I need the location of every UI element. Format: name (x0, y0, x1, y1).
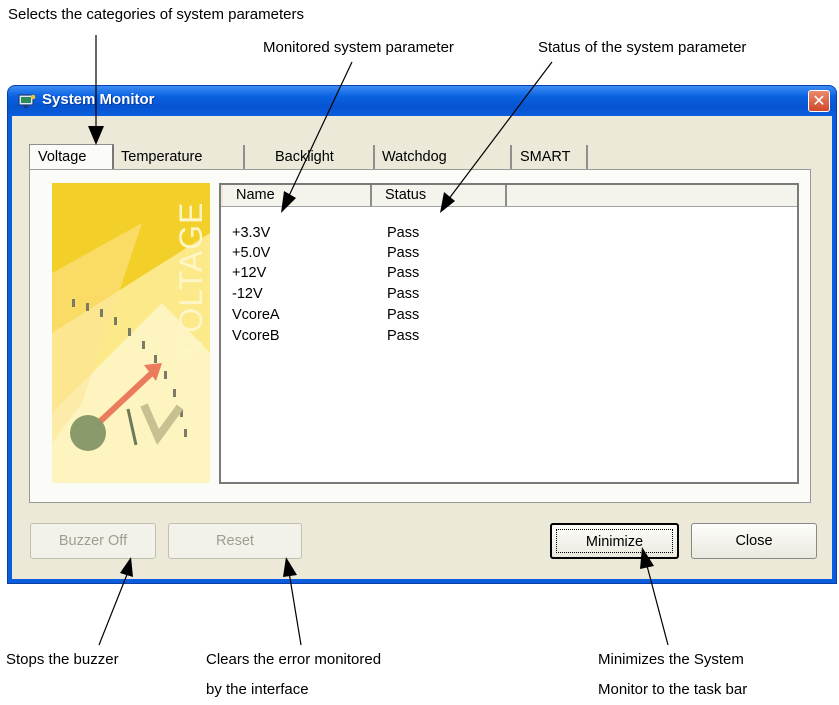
close-button[interactable]: Close (691, 523, 817, 559)
tab-backlight[interactable]: Backlight (245, 145, 375, 169)
list-header: Name Status (221, 185, 797, 207)
title-bar[interactable]: System Monitor ✕ (8, 86, 836, 116)
voltage-caption: VOLTAGE (173, 202, 209, 355)
param-status: Pass (387, 245, 420, 261)
system-monitor-window: System Monitor ✕ Voltage Temperature Bac… (8, 86, 836, 583)
minimize-callout-line2: Monitor to the task bar (598, 681, 748, 698)
tab-watchdog[interactable]: Watchdog (374, 145, 512, 169)
param-status: Pass (387, 265, 420, 281)
window-title: System Monitor (42, 91, 155, 108)
window-close-icon[interactable]: ✕ (808, 90, 830, 112)
reset-button[interactable]: Reset (168, 523, 302, 559)
window-client-area: Voltage Temperature Backlight Watchdog S… (12, 116, 832, 579)
parameter-list[interactable]: Name Status +3.3V Pass +5.0V Pass +12V P… (219, 183, 799, 484)
param-name: +5.0V (232, 245, 271, 261)
tab-smart[interactable]: SMART (512, 145, 588, 169)
param-status: Pass (387, 328, 420, 344)
param-name: VcoreA (232, 307, 280, 323)
buzzer-callout: Stops the buzzer (6, 651, 119, 668)
param-name: VcoreB (232, 328, 280, 344)
monitor-app-icon (18, 94, 36, 108)
column-header-name[interactable]: Name (223, 185, 372, 206)
param-status: Pass (387, 225, 420, 241)
reset-callout-line1: Clears the error monitored (206, 651, 382, 668)
voltage-gauge-image: VOLTAGE (52, 183, 210, 483)
param-name: +12V (232, 265, 267, 281)
tab-voltage[interactable]: Voltage (29, 144, 114, 170)
param-name: -12V (232, 286, 263, 302)
buzzer-off-button[interactable]: Buzzer Off (30, 523, 156, 559)
param-name: +3.3V (232, 225, 271, 241)
status-callout: Status of the system parameter (538, 39, 747, 56)
minimize-callout-line1: Minimizes the System (598, 651, 744, 668)
tabs-callout: Selects the categories of system paramet… (8, 6, 304, 23)
param-callout: Monitored system parameter (263, 39, 454, 56)
reset-callout-line2: by the interface (206, 681, 309, 698)
column-header-status[interactable]: Status (372, 185, 507, 206)
param-status: Pass (387, 307, 420, 323)
tab-temperature[interactable]: Temperature (113, 145, 245, 169)
param-status: Pass (387, 286, 420, 302)
column-header-empty (507, 185, 797, 206)
minimize-button[interactable]: Minimize (550, 523, 679, 559)
